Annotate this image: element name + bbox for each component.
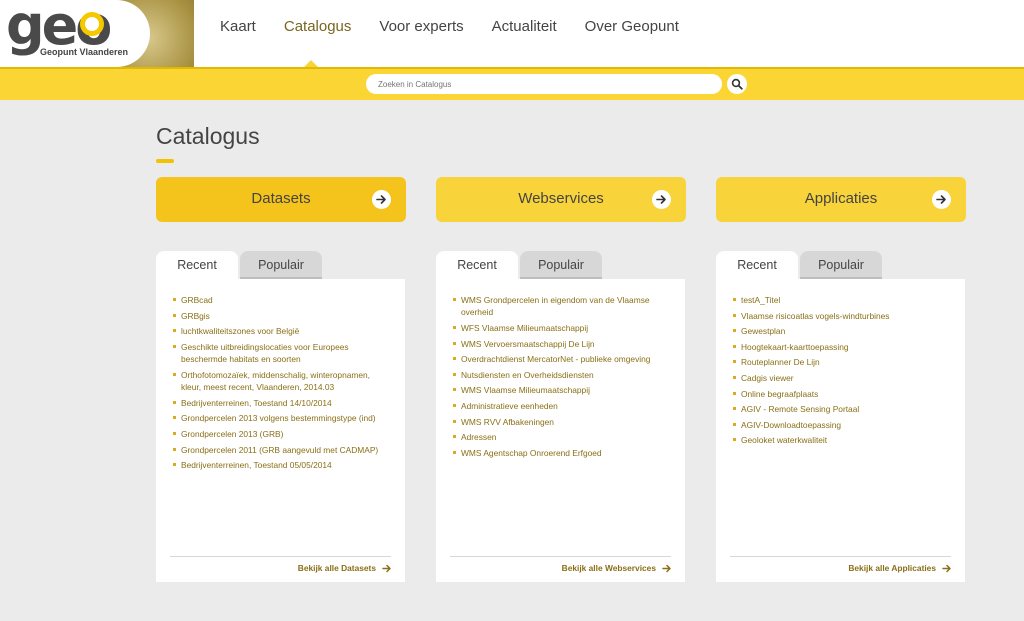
nav-item-over-geopunt[interactable]: Over Geopunt (585, 18, 679, 35)
datasets-button-label: Datasets (251, 190, 311, 207)
list-item[interactable]: WMS Vlaamse Milieumaatschappij (453, 384, 668, 396)
list-item[interactable]: Grondpercelen 2011 (GRB aangevuld met CA… (173, 444, 388, 456)
list-item[interactable]: GRBcad (173, 294, 388, 306)
divider (450, 556, 671, 557)
list-item[interactable]: Bedrijventerreinen, Toestand 05/05/2014 (173, 459, 388, 471)
list-item[interactable]: Grondpercelen 2013 volgens bestemmingsty… (173, 412, 388, 424)
list-item[interactable]: GRBgis (173, 310, 388, 322)
arrow-right-icon (372, 190, 391, 209)
arrow-right-icon (652, 190, 671, 209)
logo-subtitle: Geopunt Vlaanderen (40, 47, 129, 57)
list-item[interactable]: Overdrachtdienst MercatorNet - publieke … (453, 353, 668, 365)
list-item[interactable]: Bedrijventerreinen, Toestand 14/10/2014 (173, 397, 388, 409)
nav-item-voor-experts[interactable]: Voor experts (379, 18, 463, 35)
arrow-right-icon (662, 564, 671, 572)
nav-item-actualiteit[interactable]: Actualiteit (492, 18, 557, 35)
webservices-panel: Recent Populair WMS Grondpercelen in eig… (436, 251, 685, 582)
view-all-label: Bekijk alle Applicaties (848, 563, 936, 573)
panel-body: WMS Grondpercelen in eigendom van de Vla… (436, 279, 685, 582)
view-all-label: Bekijk alle Webservices (561, 563, 656, 573)
main-nav: Kaart Catalogus Voor experts Actualiteit… (220, 18, 679, 35)
webservices-button-label: Webservices (518, 190, 604, 207)
list-item[interactable]: WMS RVV Afbakeningen (453, 416, 668, 428)
tab-recent[interactable]: Recent (156, 251, 238, 279)
list-item[interactable]: WMS Vervoersmaatschappij De Lijn (453, 338, 668, 350)
list-item[interactable]: Online begraafplaats (733, 388, 948, 400)
list-item[interactable]: Vlaamse risicoatlas vogels-windturbines (733, 310, 948, 322)
applicaties-panel: Recent Populair testA_Titel Vlaamse risi… (716, 251, 965, 582)
datasets-button[interactable]: Datasets (156, 177, 406, 222)
list-item[interactable]: luchtkwaliteitszones voor België (173, 325, 388, 337)
recent-list: WMS Grondpercelen in eigendom van de Vla… (453, 294, 668, 462)
arrow-right-icon (942, 564, 951, 572)
site-header: geo Geopunt Vlaanderen Kaart Catalogus V… (0, 0, 1024, 67)
list-item[interactable]: Geschikte uitbreidingslocaties voor Euro… (173, 341, 388, 366)
list-item[interactable]: Cadgis viewer (733, 372, 948, 384)
divider (730, 556, 951, 557)
list-item[interactable]: Nutsdiensten en Overheidsdiensten (453, 369, 668, 381)
list-item[interactable]: Gewestplan (733, 325, 948, 337)
list-item[interactable]: AGIV-Downloadtoepassing (733, 419, 948, 431)
webservices-button[interactable]: Webservices (436, 177, 686, 222)
search-icon (731, 78, 743, 90)
page-title: Catalogus (156, 123, 260, 149)
title-underline (156, 159, 174, 163)
search-input[interactable] (366, 74, 722, 94)
arrow-right-icon (382, 564, 391, 572)
active-nav-pointer (304, 60, 318, 67)
list-item[interactable]: testA_Titel (733, 294, 948, 306)
geopunt-logo[interactable]: geo Geopunt Vlaanderen (0, 0, 194, 67)
tab-recent[interactable]: Recent (716, 251, 798, 279)
datasets-panel: Recent Populair GRBcad GRBgis luchtkwali… (156, 251, 405, 582)
panel-body: testA_Titel Vlaamse risicoatlas vogels-w… (716, 279, 965, 582)
panel-body: GRBcad GRBgis luchtkwaliteitszones voor … (156, 279, 405, 582)
nav-item-catalogus[interactable]: Catalogus (284, 18, 352, 35)
tab-populair[interactable]: Populair (800, 251, 882, 279)
view-all-webservices-link[interactable]: Bekijk alle Webservices (562, 563, 672, 573)
tab-recent[interactable]: Recent (436, 251, 518, 279)
list-item[interactable]: Grondpercelen 2013 (GRB) (173, 428, 388, 440)
applicaties-button[interactable]: Applicaties (716, 177, 966, 222)
logo-dot-icon (80, 12, 104, 36)
view-all-label: Bekijk alle Datasets (297, 563, 376, 573)
nav-item-kaart[interactable]: Kaart (220, 18, 256, 35)
search-bar (0, 67, 1024, 100)
divider (170, 556, 391, 557)
list-item[interactable]: WFS Vlaamse Milieumaatschappij (453, 322, 668, 334)
list-item[interactable]: WMS Agentschap Onroerend Erfgoed (453, 447, 668, 459)
list-item[interactable]: AGIV - Remote Sensing Portaal (733, 403, 948, 415)
arrow-right-icon (932, 190, 951, 209)
applicaties-button-label: Applicaties (804, 190, 878, 207)
list-item[interactable]: Routeplanner De Lijn (733, 356, 948, 368)
list-item[interactable]: Geoloket waterkwaliteit (733, 434, 948, 446)
view-all-datasets-link[interactable]: Bekijk alle Datasets (298, 563, 392, 573)
search-button[interactable] (727, 74, 747, 94)
tab-populair[interactable]: Populair (240, 251, 322, 279)
view-all-applicaties-link[interactable]: Bekijk alle Applicaties (848, 563, 952, 573)
tab-populair[interactable]: Populair (520, 251, 602, 279)
recent-list: testA_Titel Vlaamse risicoatlas vogels-w… (733, 294, 948, 450)
list-item[interactable]: Adressen (453, 431, 668, 443)
recent-list: GRBcad GRBgis luchtkwaliteitszones voor … (173, 294, 388, 475)
list-item[interactable]: Orthofotomozaïek, middenschalig, wintero… (173, 369, 388, 394)
list-item[interactable]: WMS Grondpercelen in eigendom van de Vla… (453, 294, 668, 319)
list-item[interactable]: Hoogtekaart-kaarttoepassing (733, 341, 948, 353)
list-item[interactable]: Administratieve eenheden (453, 400, 668, 412)
